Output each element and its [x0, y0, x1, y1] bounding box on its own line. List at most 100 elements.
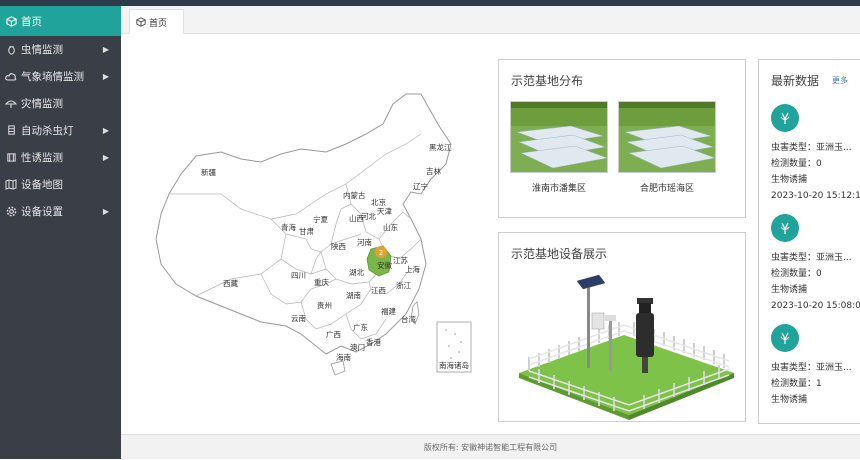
- umbrella-icon: [5, 98, 17, 110]
- tab-label: 首页: [149, 18, 168, 29]
- latest-panel: 最新数据 更多 虫害类型：亚洲玉... 检测数量：0 生物诱捕 2023-10-…: [758, 59, 860, 424]
- province-label: 云南: [291, 313, 306, 323]
- more-link[interactable]: 更多: [832, 75, 848, 86]
- chevron-right-icon: ▶: [102, 126, 109, 135]
- sidebar: 首页 虫情监测 ▶ 气象墒情监测 ▶ 灾情监测 自动杀虫灯 ▶ 性诱监测 ▶ 设…: [0, 6, 121, 459]
- province-label: 山西: [349, 213, 364, 223]
- province-label: 新疆: [201, 167, 216, 177]
- detect-count: 检测数量：0: [771, 269, 822, 279]
- gear-icon: [5, 206, 17, 218]
- province-label: 南海诸岛: [439, 360, 469, 370]
- province-label: 四川: [291, 271, 306, 280]
- province-label: 江西: [371, 286, 386, 295]
- base-caption: 合肥市瑶海区: [639, 184, 694, 194]
- pest-type: 虫害类型：亚洲玉...: [771, 363, 852, 373]
- province-label: 青海: [281, 222, 296, 232]
- chevron-right-icon: ▶: [102, 207, 109, 216]
- province-label: 山东: [383, 222, 398, 232]
- marker-count: 2: [379, 249, 383, 257]
- province-label: 浙江: [396, 280, 411, 290]
- footer: 版权所有: 安徽神诺智能工程有限公司: [121, 434, 860, 459]
- sidebar-item-insect-lamp[interactable]: 自动杀虫灯 ▶: [0, 117, 121, 144]
- sidebar-item-pest-monitor[interactable]: 虫情监测 ▶: [0, 36, 121, 63]
- province-label: 台湾: [401, 314, 416, 324]
- chevron-right-icon: ▶: [102, 72, 109, 81]
- province-label: 西藏: [223, 278, 238, 288]
- detect-method: 生物诱捕: [771, 175, 808, 185]
- record-time: 2023-10-20 15:08:00: [771, 301, 860, 311]
- sidebar-item-label: 设备地图: [21, 179, 63, 191]
- greenhouse-photo: [618, 101, 716, 173]
- pest-type: 虫害类型：亚洲玉...: [771, 143, 852, 153]
- tab-home[interactable]: 首页: [129, 9, 184, 34]
- insect-icon: [771, 214, 799, 242]
- sidebar-item-disaster[interactable]: 灾情监测: [0, 90, 121, 117]
- detect-count: 检测数量：1: [771, 379, 822, 389]
- device-illustration: [509, 273, 739, 424]
- base-caption: 淮南市潘集区: [531, 184, 586, 194]
- province-label: 天津: [377, 207, 392, 216]
- china-map[interactable]: 2 黑龙江 吉林 辽宁 内蒙古 新疆 北京 天津 河北 山西 宁夏 甘肃 青海 …: [121, 34, 491, 414]
- province-label: 海南: [336, 352, 351, 362]
- cube-icon: [136, 17, 146, 27]
- hainan-island: [330, 360, 346, 376]
- record-time: 2023-10-20 15:12:10: [771, 191, 860, 201]
- cube-icon: [5, 15, 17, 27]
- province-label: 安徽: [377, 260, 392, 270]
- province-label: 江苏: [393, 255, 408, 265]
- sidebar-item-label: 设备设置: [21, 206, 63, 218]
- devices-panel: 示范基地设备展示: [498, 232, 746, 422]
- cloud-icon: [5, 71, 17, 83]
- province-label: 澳门: [350, 342, 365, 352]
- data-record[interactable]: 虫害类型：亚洲玉... 检测数量：0 生物诱捕 2023-10-20 15:08…: [771, 214, 860, 314]
- sidebar-item-label: 自动杀虫灯: [21, 125, 74, 137]
- tab-bar: 首页: [121, 6, 860, 34]
- main-content: 2 黑龙江 吉林 辽宁 内蒙古 新疆 北京 天津 河北 山西 宁夏 甘肃 青海 …: [121, 34, 860, 434]
- province-label: 贵州: [317, 300, 332, 310]
- bases-panel: 示范基地分布 淮南市潘集区 合肥市瑶海区: [498, 59, 746, 218]
- lamp-icon: [5, 125, 17, 137]
- province-label: 福建: [381, 306, 396, 316]
- trap-icon: [5, 152, 17, 164]
- province-label: 重庆: [314, 277, 329, 287]
- copyright-text: 版权所有: 安徽神诺智能工程有限公司: [423, 443, 558, 452]
- chevron-right-icon: ▶: [102, 45, 109, 54]
- sidebar-item-weather-soil[interactable]: 气象墒情监测 ▶: [0, 63, 121, 90]
- sidebar-item-device-settings[interactable]: 设备设置 ▶: [0, 198, 121, 225]
- province-label: 广西: [326, 329, 341, 339]
- devices-title: 示范基地设备展示: [511, 247, 608, 261]
- province-label: 宁夏: [313, 214, 328, 224]
- latest-title: 最新数据: [771, 74, 820, 88]
- bug-icon: [5, 44, 17, 56]
- insect-icon: [771, 104, 799, 132]
- province-label: 甘肃: [299, 226, 314, 236]
- province-label: 湖北: [349, 268, 364, 277]
- sidebar-item-home[interactable]: 首页: [0, 6, 121, 36]
- chevron-right-icon: ▶: [102, 153, 109, 162]
- province-label: 北京: [371, 197, 386, 207]
- sidebar-item-label: 灾情监测: [21, 98, 63, 110]
- province-label: 湖南: [346, 290, 361, 300]
- data-record[interactable]: 虫害类型：亚洲玉... 检测数量：1 生物诱捕: [771, 324, 860, 408]
- sidebar-item-label: 首页: [21, 15, 42, 28]
- bases-title: 示范基地分布: [511, 74, 584, 88]
- province-label: 黑龙江: [429, 142, 452, 152]
- base-card[interactable]: 淮南市潘集区: [510, 101, 608, 194]
- province-label: 辽宁: [413, 181, 428, 191]
- base-card[interactable]: 合肥市瑶海区: [618, 101, 716, 194]
- province-label: 广东: [353, 322, 368, 332]
- map-icon: [5, 179, 17, 191]
- sidebar-item-label: 虫情监测: [21, 44, 63, 56]
- sidebar-item-sex-lure[interactable]: 性诱监测 ▶: [0, 144, 121, 171]
- insect-icon: [771, 324, 799, 352]
- data-record[interactable]: 虫害类型：亚洲玉... 检测数量：0 生物诱捕 2023-10-20 15:12…: [771, 104, 860, 204]
- province-label: 陕西: [331, 241, 346, 251]
- greenhouse-photo: [510, 101, 608, 173]
- province-label: 内蒙古: [343, 190, 366, 200]
- province-label: 吉林: [426, 166, 441, 176]
- province-label: 上海: [405, 264, 420, 274]
- sidebar-item-label: 性诱监测: [21, 152, 63, 164]
- detect-count: 检测数量：0: [771, 159, 822, 169]
- province-label: 香港: [366, 337, 381, 347]
- sidebar-item-device-map[interactable]: 设备地图: [0, 171, 121, 198]
